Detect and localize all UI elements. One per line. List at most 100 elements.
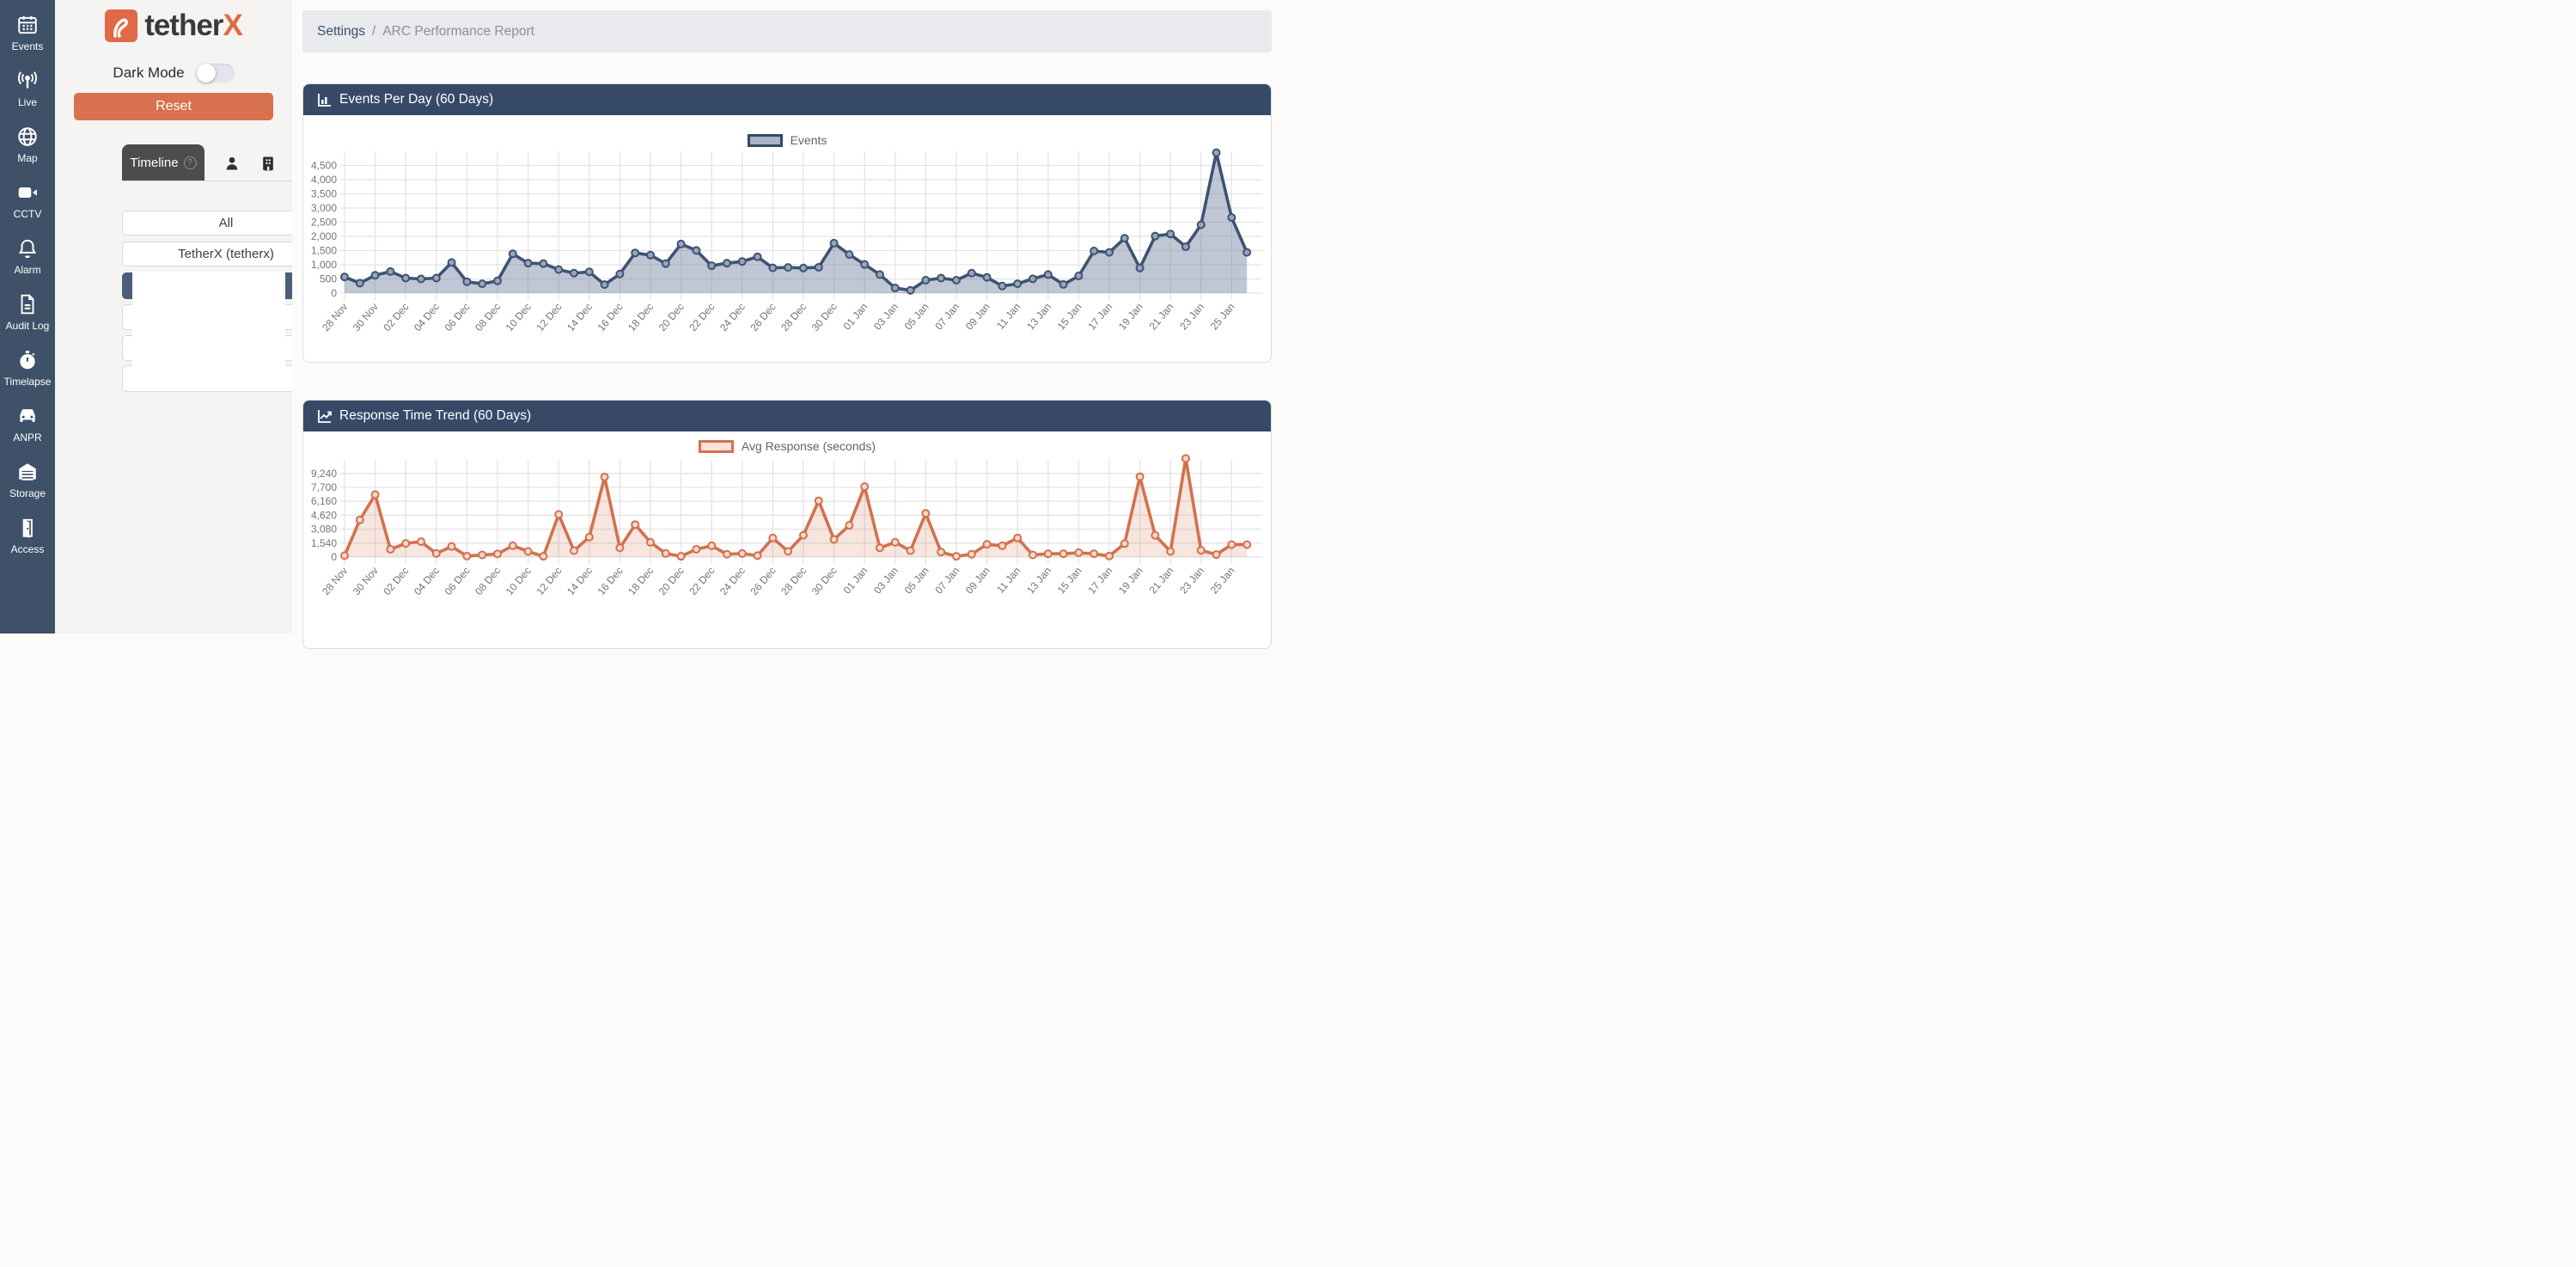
svg-text:25 Jan: 25 Jan xyxy=(1208,301,1237,333)
garage-icon xyxy=(16,461,40,484)
sidebar-item-events[interactable]: Events xyxy=(0,5,55,60)
door-icon xyxy=(16,517,40,540)
events-card-header: Events Per Day (60 Days) xyxy=(303,84,1271,115)
app-window: Events LiveMap CCTV AlarmAudit Log Timelapse… xyxy=(0,0,1288,634)
events-chart-canvas: 05001,0001,5002,0002,5003,0003,5004,0004… xyxy=(303,147,1271,362)
sidebar-item-storage[interactable]: Storage xyxy=(0,452,55,507)
svg-text:28 Dec: 28 Dec xyxy=(778,301,809,334)
person-icon[interactable] xyxy=(223,155,241,172)
svg-text:2,000: 2,000 xyxy=(311,230,337,242)
dark-mode-label: Dark Mode xyxy=(113,64,184,82)
svg-text:12 Dec: 12 Dec xyxy=(534,565,564,597)
svg-text:12 Dec: 12 Dec xyxy=(534,301,564,334)
svg-text:02 Dec: 02 Dec xyxy=(381,301,411,334)
help-icon[interactable]: ? xyxy=(184,156,197,169)
svg-text:18 Dec: 18 Dec xyxy=(626,301,656,334)
svg-text:14 Dec: 14 Dec xyxy=(565,565,595,597)
stopwatch-icon xyxy=(16,349,40,372)
svg-text:20 Dec: 20 Dec xyxy=(656,565,687,597)
events-legend-label: Events xyxy=(791,133,827,147)
sidebar-item-map[interactable]: Map xyxy=(0,117,55,172)
svg-text:9,240: 9,240 xyxy=(311,468,337,480)
breadcrumb-current-page: ARC Performance Report xyxy=(382,24,534,40)
response-chart-canvas: 01,5403,0804,6206,1607,7009,24028 Nov30 … xyxy=(303,453,1271,629)
breadcrumb-settings-link[interactable]: Settings xyxy=(317,24,365,40)
svg-text:28 Dec: 28 Dec xyxy=(778,565,809,597)
sidebar-item-cctv[interactable]: CCTV xyxy=(0,173,55,228)
svg-text:13 Jan: 13 Jan xyxy=(1024,301,1053,333)
svg-text:1,000: 1,000 xyxy=(311,259,337,271)
dark-mode-toggle[interactable] xyxy=(197,64,235,83)
events-legend: Events xyxy=(303,133,1271,147)
events-card-title: Events Per Day (60 Days) xyxy=(339,92,493,107)
svg-text:03 Jan: 03 Jan xyxy=(871,301,900,333)
redacted-patch xyxy=(132,272,285,390)
svg-text:07 Jan: 07 Jan xyxy=(932,301,961,333)
svg-text:07 Jan: 07 Jan xyxy=(932,565,961,597)
sidebar-item-access[interactable]: Access xyxy=(0,508,55,563)
sidebar-item-label: Timelapse xyxy=(4,376,52,388)
svg-text:20 Dec: 20 Dec xyxy=(656,301,687,334)
breadcrumb-separator: / xyxy=(372,24,375,40)
svg-text:14 Dec: 14 Dec xyxy=(565,301,595,334)
svg-text:06 Dec: 06 Dec xyxy=(443,565,473,597)
svg-text:08 Dec: 08 Dec xyxy=(473,565,503,597)
brand-name: tetherX xyxy=(144,9,242,43)
svg-text:2,500: 2,500 xyxy=(311,217,337,229)
svg-text:4,000: 4,000 xyxy=(311,174,337,186)
sidebar-item-alarm[interactable]: Alarm xyxy=(0,229,55,284)
reset-button[interactable]: Reset xyxy=(74,93,273,120)
svg-text:04 Dec: 04 Dec xyxy=(412,565,442,597)
line-chart-icon xyxy=(318,409,332,423)
svg-text:15 Jan: 15 Jan xyxy=(1055,301,1084,333)
svg-text:28 Nov: 28 Nov xyxy=(320,301,350,334)
filter-panel: tetherX Dark Mode Reset Timeline ? All T… xyxy=(55,0,292,634)
svg-text:01 Jan: 01 Jan xyxy=(841,301,870,333)
svg-text:22 Dec: 22 Dec xyxy=(687,301,717,334)
response-legend: Avg Response (seconds) xyxy=(303,439,1271,453)
svg-text:05 Jan: 05 Jan xyxy=(902,565,931,597)
svg-text:06 Dec: 06 Dec xyxy=(443,301,473,334)
svg-text:1,500: 1,500 xyxy=(311,245,337,257)
svg-text:13 Jan: 13 Jan xyxy=(1024,565,1053,597)
svg-text:23 Jan: 23 Jan xyxy=(1177,301,1206,333)
svg-text:28 Nov: 28 Nov xyxy=(320,565,350,597)
svg-text:0: 0 xyxy=(331,287,337,299)
sidebar-item-label: Access xyxy=(11,543,45,555)
svg-text:09 Jan: 09 Jan xyxy=(963,565,992,597)
bell-icon xyxy=(16,237,40,260)
sidebar-item-live[interactable]: Live xyxy=(0,61,55,116)
response-time-card: Response Time Trend (60 Days) Avg Respon… xyxy=(302,400,1272,649)
svg-text:3,500: 3,500 xyxy=(311,188,337,200)
svg-text:18 Dec: 18 Dec xyxy=(626,565,656,597)
toggle-knob xyxy=(197,64,216,83)
broadcast-icon xyxy=(16,70,40,93)
svg-text:19 Jan: 19 Jan xyxy=(1116,301,1145,333)
svg-text:30 Dec: 30 Dec xyxy=(809,565,839,597)
sidebar-item-timelapse[interactable]: Timelapse xyxy=(0,340,55,395)
main-content: Settings / ARC Performance Report Events… xyxy=(292,0,1288,634)
svg-text:0: 0 xyxy=(331,551,337,563)
svg-text:21 Jan: 21 Jan xyxy=(1147,301,1176,333)
sidebar-item-audit-log[interactable]: Audit Log xyxy=(0,285,55,340)
svg-text:4,500: 4,500 xyxy=(311,160,337,172)
tetherx-logo-icon xyxy=(105,9,137,42)
document-icon xyxy=(16,293,40,316)
sidebar-item-label: Storage xyxy=(9,487,46,499)
building-icon[interactable] xyxy=(259,155,277,172)
sidebar-item-label: Events xyxy=(12,40,44,52)
svg-text:7,700: 7,700 xyxy=(311,481,337,493)
car-icon xyxy=(16,405,40,428)
tab-timeline[interactable]: Timeline ? xyxy=(122,144,204,181)
svg-text:03 Jan: 03 Jan xyxy=(871,565,900,597)
breadcrumb: Settings / ARC Performance Report xyxy=(302,10,1272,52)
sidebar-item-label: CCTV xyxy=(14,208,42,220)
response-legend-label: Avg Response (seconds) xyxy=(742,439,876,453)
svg-text:4,620: 4,620 xyxy=(311,509,337,521)
svg-text:22 Dec: 22 Dec xyxy=(687,565,717,597)
sidebar-item-anpr[interactable]: ANPR xyxy=(0,396,55,451)
svg-text:16 Dec: 16 Dec xyxy=(595,301,626,334)
svg-text:09 Jan: 09 Jan xyxy=(963,301,992,333)
svg-text:10 Dec: 10 Dec xyxy=(504,565,534,597)
video-camera-icon xyxy=(16,181,40,205)
